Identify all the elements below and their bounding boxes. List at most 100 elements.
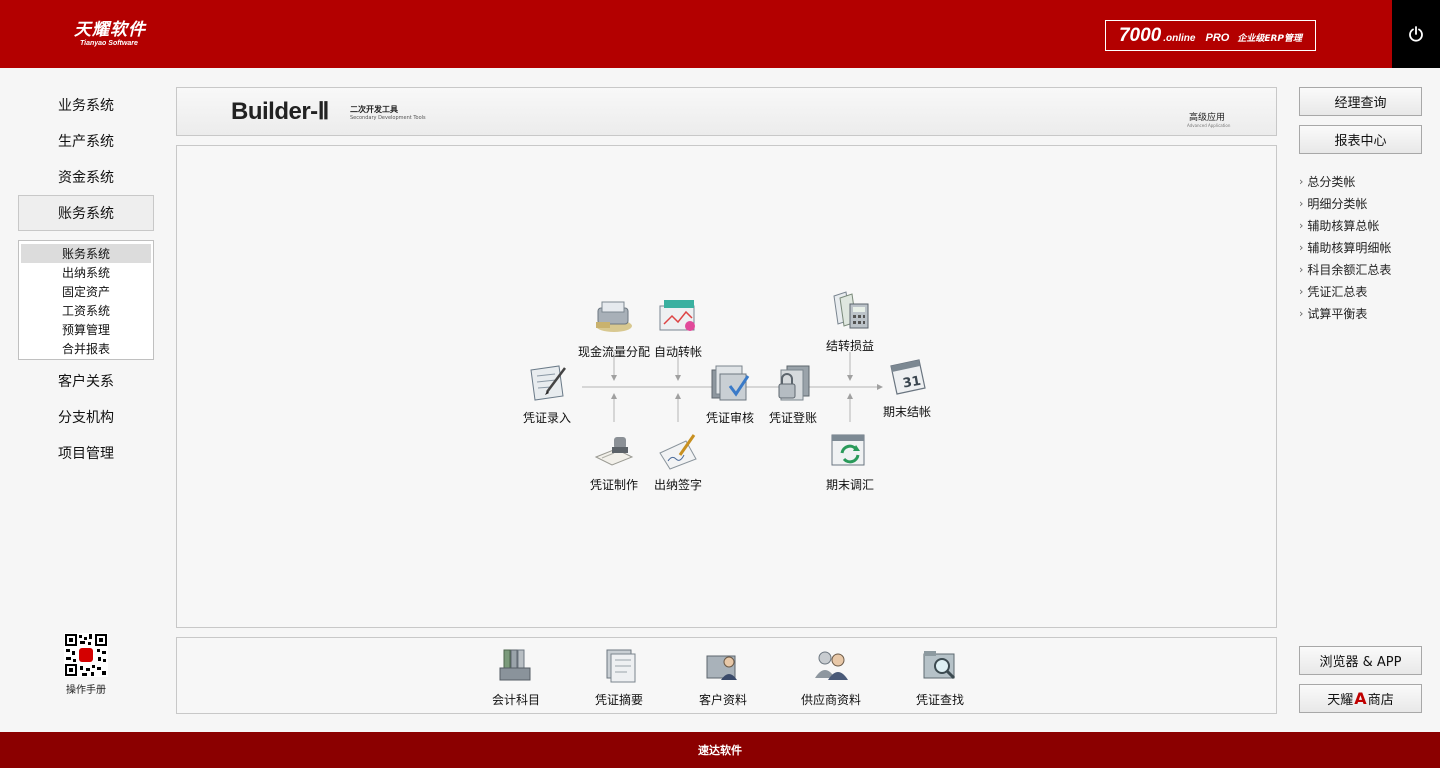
chevron-right-icon: › (1299, 219, 1304, 232)
product-erp: 企业级ERP管理 (1237, 34, 1303, 44)
report-link-label: 辅助核算明细帐 (1307, 241, 1392, 255)
tool-voucher-search[interactable]: 凭证查找 (895, 646, 985, 708)
report-link-general-ledger[interactable]: › 总分类帐 (1299, 173, 1355, 190)
flow-label-carry-forward: 结转损益 (825, 339, 874, 353)
tool-voucher-summary[interactable]: 凭证摘要 (574, 646, 664, 708)
store-label-pre: 天耀 (1327, 693, 1354, 708)
manual-link[interactable]: 操作手册 (56, 633, 116, 696)
flow-node-period-close[interactable]: 31 期末结帐 (864, 356, 950, 420)
flow-label-period-close: 期末结帐 (882, 405, 931, 419)
supplier-people-icon (815, 651, 848, 680)
ledger-calculator-icon (833, 291, 869, 329)
submenu-item-fixed-assets[interactable]: 固定资产 (21, 282, 151, 301)
tool-label-voucher-search: 凭证查找 (915, 693, 964, 707)
accounting-submenu: 账务系统 出纳系统 固定资产 工资系统 预算管理 合并报表 (18, 240, 154, 360)
flow-node-voucher-post[interactable]: 凭证登账 (750, 362, 836, 426)
flow-node-cashier-sign[interactable]: 出纳签字 (635, 429, 721, 493)
quick-tools-bar: 会计科目 凭证摘要 客户资料 供应商资料 凭证查找 (176, 637, 1277, 714)
chevron-right-icon: › (1299, 263, 1304, 276)
chevron-right-icon: › (1299, 307, 1304, 320)
tool-chart-of-accounts[interactable]: 会计科目 (471, 646, 561, 708)
footer-text: 速达软件 (698, 744, 742, 757)
qr-code-icon (64, 633, 108, 677)
advanced-app-link[interactable]: 高级应用 (1189, 110, 1225, 123)
flow-node-period-exchange[interactable]: 期末调汇 (807, 429, 893, 493)
submenu-item-cashier[interactable]: 出纳系统 (21, 263, 151, 282)
report-link-label: 明细分类帐 (1307, 197, 1368, 211)
flow-label-voucher-entry: 凭证录入 (522, 411, 571, 425)
brand-logo[interactable]: 天耀软件 Tianyao Software (74, 20, 146, 48)
product-online: .online (1163, 33, 1196, 44)
nav-accounting-system[interactable]: 账务系统 (18, 195, 154, 231)
tool-customer-info[interactable]: 客户资料 (678, 646, 768, 708)
report-link-aux-general[interactable]: › 辅助核算总帐 (1299, 217, 1379, 234)
submenu-item-budget[interactable]: 预算管理 (21, 320, 151, 339)
footer-bar: 速达软件 (0, 732, 1440, 768)
report-link-detail-ledger[interactable]: › 明细分类帐 (1299, 195, 1367, 212)
nav-customer-relations[interactable]: 客户关系 (18, 366, 154, 396)
report-link-label: 凭证汇总表 (1307, 285, 1368, 299)
customer-folder-icon (706, 655, 737, 680)
nav-branches[interactable]: 分支机构 (18, 402, 154, 432)
flow-node-carry-forward[interactable]: 结转损益 (807, 290, 893, 354)
tool-label-voucher-summary: 凭证摘要 (594, 693, 643, 707)
report-center-button[interactable]: 报表中心 (1299, 125, 1422, 154)
builder-subtitle-en: Secondary Development Tools (350, 115, 426, 121)
product-number: 7000 (1118, 25, 1162, 46)
advanced-app-en: Advanced Application (1187, 123, 1231, 128)
flow-label-auto-transfer: 自动转帐 (653, 345, 702, 359)
browser-app-button[interactable]: 浏览器 & APP (1299, 646, 1422, 675)
submenu-item-accounting[interactable]: 账务系统 (21, 244, 151, 263)
lock-folder-icon (778, 365, 810, 401)
nav-funds-system[interactable]: 资金系统 (18, 162, 154, 192)
sign-pen-icon (659, 434, 697, 470)
builder-subtitle-cn: 二次开发工具 (350, 105, 398, 114)
report-link-label: 试算平衡表 (1307, 307, 1368, 321)
store-a-logo-icon: A (1354, 689, 1367, 708)
builder-banner[interactable]: Builder-Ⅱ 二次开发工具 Secondary Development T… (176, 87, 1277, 136)
voucher-stamp-icon (594, 437, 634, 466)
report-link-label: 辅助核算总帐 (1307, 219, 1380, 233)
nav-project-management[interactable]: 项目管理 (18, 438, 154, 468)
store-label-post: 商店 (1367, 693, 1394, 708)
tool-supplier-info[interactable]: 供应商资料 (786, 646, 876, 708)
tool-label-chart-of-accounts: 会计科目 (491, 693, 540, 707)
chevron-right-icon: › (1299, 197, 1304, 210)
builder-title: Builder-Ⅱ (231, 98, 329, 125)
svg-text:31: 31 (902, 374, 922, 392)
power-icon (1409, 26, 1423, 42)
flow-node-auto-transfer[interactable]: 自动转帐 (635, 296, 721, 360)
flow-node-voucher-entry[interactable]: 凭证录入 (504, 362, 590, 426)
nav-production-system[interactable]: 生产系统 (18, 126, 154, 156)
report-link-aux-detail[interactable]: › 辅助核算明细帐 (1299, 239, 1391, 256)
submenu-item-payroll[interactable]: 工资系统 (21, 301, 151, 320)
submenu-item-consolidated[interactable]: 合并报表 (21, 339, 151, 358)
calendar-31-icon: 31 (890, 359, 926, 395)
manager-query-button[interactable]: 经理查询 (1299, 87, 1422, 116)
cash-flow-icon (596, 301, 632, 332)
flow-label-voucher-post: 凭证登账 (768, 411, 817, 425)
product-pro: PRO (1205, 32, 1230, 44)
power-button[interactable] (1392, 0, 1440, 68)
report-link-trial-balance[interactable]: › 试算平衡表 (1299, 305, 1367, 322)
accounting-flow-panel: 凭证录入 现金流量分配 自动转帐 凭证制作 出纳签字 凭证审核 凭证登账 结转损… (176, 145, 1277, 628)
flow-label-cashier-sign: 出纳签字 (653, 478, 702, 492)
manual-label: 操作手册 (66, 685, 106, 696)
report-link-voucher-summary[interactable]: › 凭证汇总表 (1299, 283, 1367, 300)
folder-check-icon (711, 365, 750, 401)
calendar-refresh-icon (831, 434, 865, 466)
app-store-button[interactable]: 天耀 A 商店 (1299, 684, 1422, 713)
top-header: 天耀软件 Tianyao Software 7000 .online PRO 企… (0, 0, 1440, 68)
logo-text-en: Tianyao Software (80, 40, 138, 47)
report-link-label: 科目余额汇总表 (1307, 263, 1392, 277)
logo-text-cn: 天耀软件 (74, 20, 146, 40)
report-link-balance-summary[interactable]: › 科目余额汇总表 (1299, 261, 1391, 278)
chevron-right-icon: › (1299, 175, 1304, 188)
voucher-entry-icon (530, 365, 566, 401)
product-badge: 7000 .online PRO 企业级ERP管理 (1105, 20, 1316, 51)
tool-label-customer-info: 客户资料 (698, 693, 747, 707)
nav-business-system[interactable]: 业务系统 (18, 90, 154, 120)
tool-label-supplier-info: 供应商资料 (800, 693, 861, 707)
report-link-label: 总分类帐 (1307, 175, 1356, 189)
folder-search-icon (923, 651, 956, 680)
